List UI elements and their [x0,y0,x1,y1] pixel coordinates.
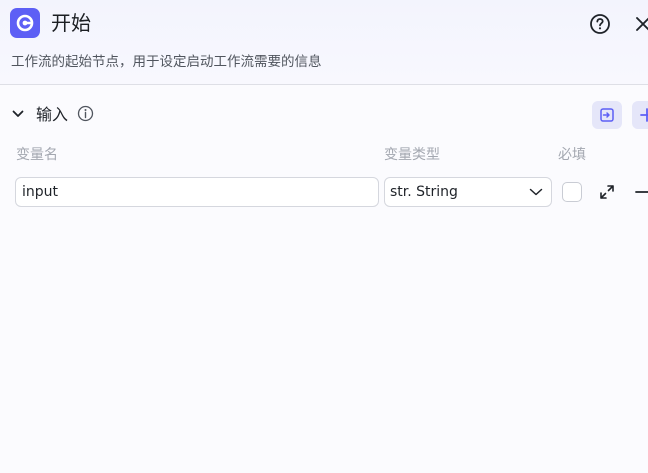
variable-type-value: str. String [390,184,458,200]
minus-icon [635,191,648,193]
help-button[interactable] [589,13,611,35]
expand-variable-button[interactable] [598,183,616,201]
panel-header: 开始 工作流的起始节点，用于设定启动工作流需要的信息 [0,0,648,85]
add-variable-button[interactable] [632,101,648,129]
import-variables-button[interactable] [592,101,622,129]
expand-icon [600,185,614,199]
variable-type-select[interactable]: str. String [384,177,552,207]
column-header-required: 必填 [558,147,586,163]
required-checkbox[interactable] [562,182,582,202]
plus-icon [640,108,648,122]
collapse-toggle[interactable] [10,106,26,122]
import-icon [600,108,614,122]
column-header-name: 变量名 [16,147,58,163]
close-icon [636,17,648,31]
node-config-panel: 开始 工作流的起始节点，用于设定启动工作流需要的信息 输入 变量名 变量类型 必… [0,0,648,473]
node-description: 工作流的起始节点，用于设定启动工作流需要的信息 [11,54,322,70]
chevron-down-icon [12,110,24,117]
start-node-icon [10,8,40,38]
input-section-header: 输入 [0,100,648,130]
column-header-type: 变量类型 [384,147,440,163]
section-title: 输入 [36,105,69,124]
close-button[interactable] [632,13,648,35]
variable-name-input[interactable] [15,177,379,207]
chevron-down-icon [529,188,543,196]
node-title: 开始 [51,11,91,35]
info-icon[interactable] [77,105,94,122]
remove-variable-button[interactable] [634,183,648,201]
question-circle-icon [590,14,610,34]
